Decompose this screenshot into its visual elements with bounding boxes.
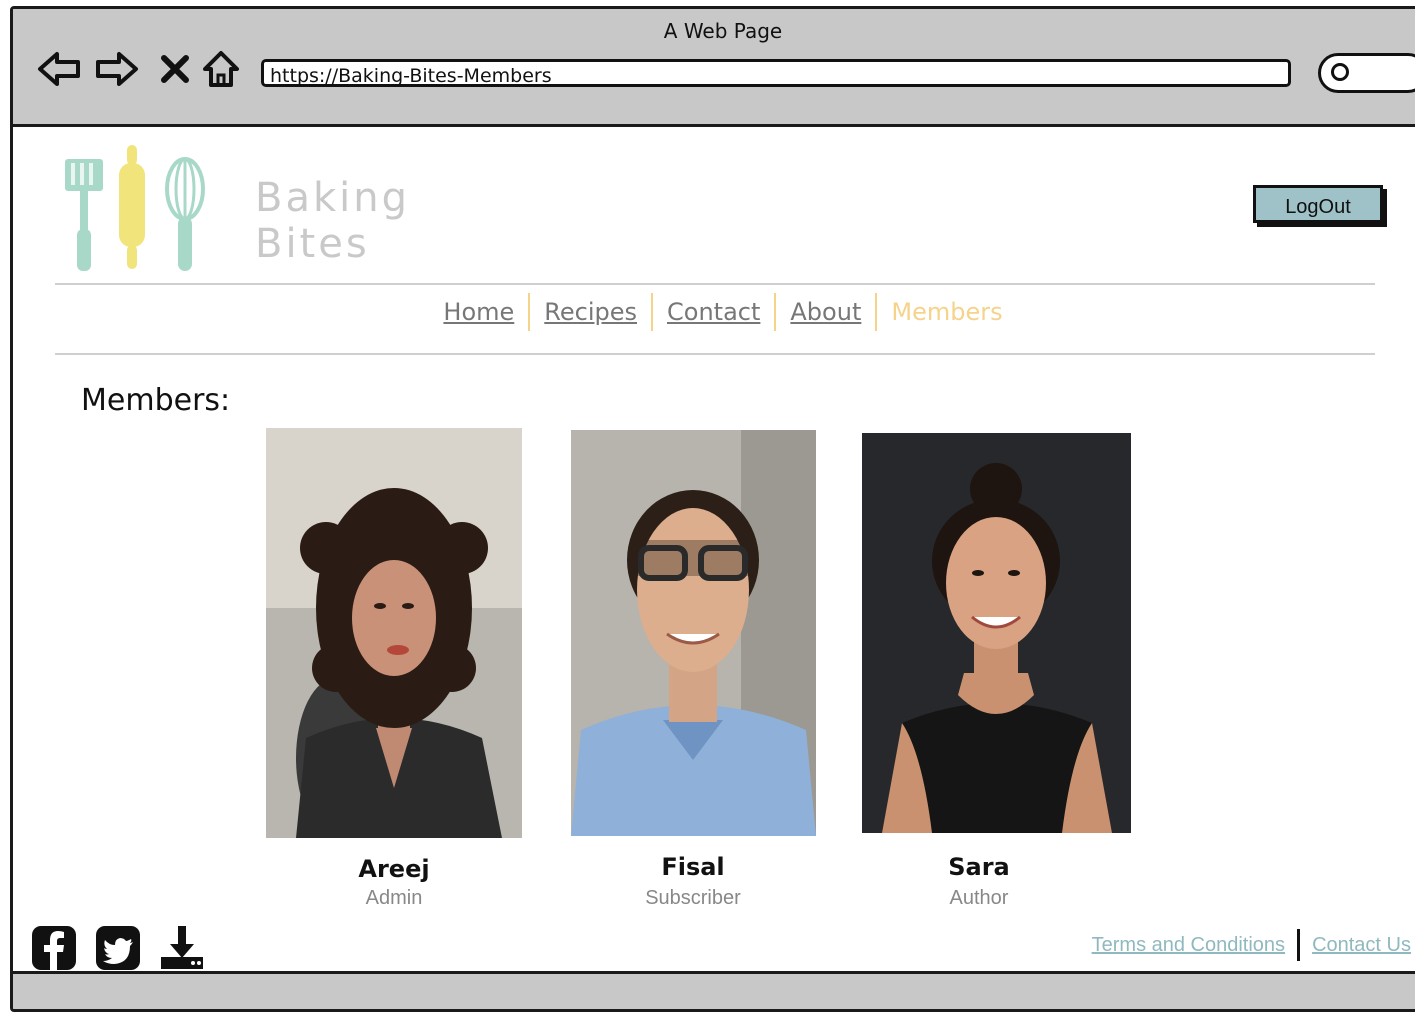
- forward-button[interactable]: [93, 47, 141, 91]
- close-icon: [161, 55, 189, 83]
- member-photo-image: [571, 430, 816, 836]
- main-nav: Home Recipes Contact About Members: [13, 293, 1415, 331]
- nav-home[interactable]: Home: [429, 296, 528, 328]
- member-name: Fisal: [661, 853, 725, 881]
- brand-line-2: Bites: [255, 221, 370, 267]
- logout-button[interactable]: LogOut: [1253, 185, 1383, 223]
- forward-arrow-icon: [96, 52, 138, 86]
- baking-utensils-icon: [65, 145, 205, 271]
- brand-name: Baking Bites: [255, 175, 410, 267]
- member-photo-image: [266, 428, 522, 838]
- member-role: Subscriber: [645, 887, 741, 909]
- member-photo-image: [862, 433, 1131, 833]
- stop-button[interactable]: [151, 47, 199, 91]
- nav-members[interactable]: Members: [877, 296, 1016, 328]
- member-role: Admin: [365, 887, 423, 909]
- home-icon: [203, 51, 239, 87]
- social-links: [31, 925, 205, 971]
- url-input[interactable]: https://Baking-Bites-Members: [261, 59, 1291, 87]
- browser-window: A Web Page https://Baking-Bites-Members: [10, 6, 1415, 1012]
- divider: [55, 283, 1375, 285]
- browser-status-bar: [13, 971, 1415, 1009]
- nav-contact[interactable]: Contact: [653, 296, 774, 328]
- nav-recipes[interactable]: Recipes: [530, 296, 651, 328]
- member-name: Areej: [358, 855, 430, 883]
- footer-link-contact[interactable]: Contact Us: [1300, 934, 1415, 957]
- divider: [55, 353, 1375, 355]
- browser-search-input[interactable]: [1318, 53, 1415, 93]
- nav-about[interactable]: About: [776, 296, 875, 328]
- footer-links: Terms and Conditions Contact Us: [1080, 929, 1415, 961]
- member-name: Sara: [948, 853, 1010, 881]
- member-photo-sara[interactable]: [862, 433, 1131, 833]
- back-arrow-icon: [38, 52, 80, 86]
- back-button[interactable]: [35, 47, 83, 91]
- member-photo-fisal[interactable]: [571, 430, 816, 836]
- search-icon: [1331, 63, 1349, 81]
- window-title: A Web Page: [663, 19, 783, 43]
- member-photo-areej[interactable]: [266, 428, 522, 838]
- facebook-icon[interactable]: [31, 925, 77, 971]
- member-role: Author: [949, 887, 1009, 909]
- page-title: Members:: [81, 383, 231, 418]
- brand-line-1: Baking: [255, 175, 410, 221]
- download-icon[interactable]: [159, 925, 205, 971]
- twitter-icon[interactable]: [95, 925, 141, 971]
- browser-chrome: A Web Page https://Baking-Bites-Members: [13, 9, 1415, 127]
- footer-link-terms[interactable]: Terms and Conditions: [1080, 934, 1297, 957]
- site-logo[interactable]: Baking Bites: [63, 137, 407, 277]
- home-button[interactable]: [197, 47, 245, 91]
